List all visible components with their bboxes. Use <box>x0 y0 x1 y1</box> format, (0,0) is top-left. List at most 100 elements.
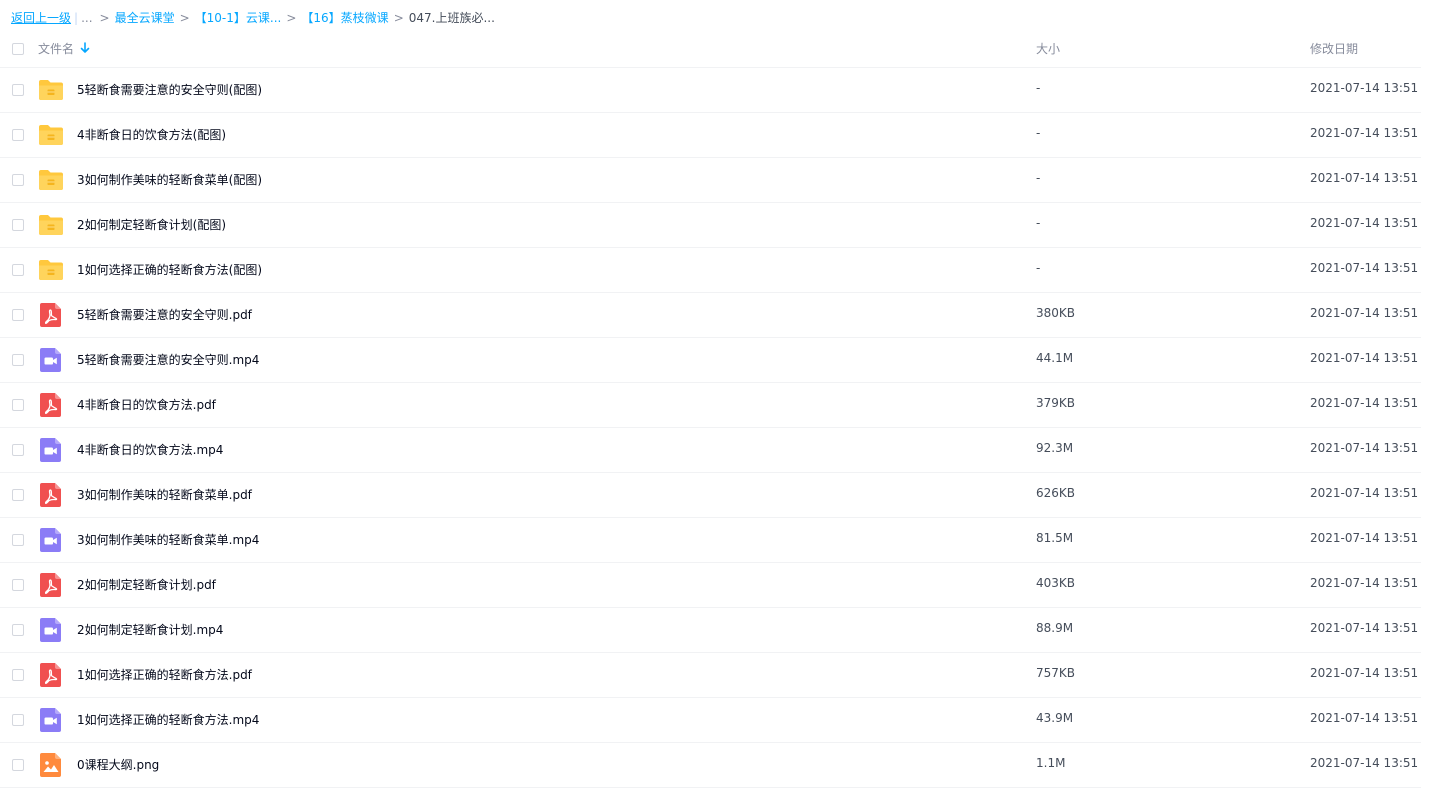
video-icon[interactable] <box>38 437 64 463</box>
file-date: 2021-07-14 13:51 <box>1310 621 1419 635</box>
file-name-link[interactable]: 2如何制定轻断食计划(配图) <box>77 216 226 233</box>
folder-icon[interactable] <box>38 212 64 238</box>
breadcrumb-separator: > <box>286 11 297 25</box>
row-checkbox[interactable] <box>12 174 24 186</box>
file-date: 2021-07-14 13:51 <box>1310 531 1419 545</box>
file-row[interactable]: 1如何选择正确的轻断食方法.mp4 43.9M 2021-07-14 13:51 <box>0 698 1421 743</box>
row-checkbox[interactable] <box>12 219 24 231</box>
file-row[interactable]: 5轻断食需要注意的安全守则.mp4 44.1M 2021-07-14 13:51 <box>0 338 1421 383</box>
breadcrumb-ellipsis[interactable]: ... <box>81 11 92 25</box>
file-row[interactable]: 3如何制作美味的轻断食菜单.pdf 626KB 2021-07-14 13:51 <box>0 473 1421 518</box>
file-date: 2021-07-14 13:51 <box>1310 261 1419 275</box>
file-size: 43.9M <box>1036 711 1074 725</box>
file-size: 1.1M <box>1036 756 1066 770</box>
file-name-link[interactable]: 4非断食日的饮食方法.mp4 <box>77 441 223 458</box>
file-size: - <box>1036 126 1041 140</box>
file-size: 403KB <box>1036 576 1076 590</box>
file-row[interactable]: 2如何制定轻断食计划.pdf 403KB 2021-07-14 13:51 <box>0 563 1421 608</box>
file-row[interactable]: 0课程大纲.png 1.1M 2021-07-14 13:51 <box>0 743 1421 788</box>
back-link[interactable]: 返回上一级 <box>11 11 71 25</box>
file-size: 81.5M <box>1036 531 1074 545</box>
file-date: 2021-07-14 13:51 <box>1310 711 1419 725</box>
row-checkbox[interactable] <box>12 354 24 366</box>
file-name-link[interactable]: 1如何选择正确的轻断食方法.mp4 <box>77 711 259 728</box>
file-name-link[interactable]: 3如何制作美味的轻断食菜单.mp4 <box>77 531 259 548</box>
pdf-icon[interactable] <box>38 392 64 418</box>
file-name-link[interactable]: 5轻断食需要注意的安全守则(配图) <box>77 81 262 98</box>
file-name-link[interactable]: 4非断食日的饮食方法(配图) <box>77 126 226 143</box>
pdf-icon[interactable] <box>38 482 64 508</box>
file-name-link[interactable]: 1如何选择正确的轻断食方法(配图) <box>77 261 262 278</box>
column-header-size[interactable]: 大小 <box>1036 40 1060 57</box>
breadcrumb-item[interactable]: 【10-1】云课... <box>195 11 282 25</box>
breadcrumb-divider: | <box>74 11 79 25</box>
file-row[interactable]: 4非断食日的饮食方法.pdf 379KB 2021-07-14 13:51 <box>0 383 1421 428</box>
file-name-link[interactable]: 5轻断食需要注意的安全守则.mp4 <box>77 351 259 368</box>
file-row[interactable]: 1如何选择正确的轻断食方法(配图) - 2021-07-14 13:51 <box>0 248 1421 293</box>
breadcrumb-separator: > <box>99 11 110 25</box>
row-checkbox[interactable] <box>12 669 24 681</box>
column-header-date[interactable]: 修改日期 <box>1310 40 1358 57</box>
folder-icon[interactable] <box>38 122 64 148</box>
file-row[interactable]: 4非断食日的饮食方法(配图) - 2021-07-14 13:51 <box>0 113 1421 158</box>
file-size: 379KB <box>1036 396 1076 410</box>
folder-icon[interactable] <box>38 77 64 103</box>
row-checkbox[interactable] <box>12 579 24 591</box>
file-name-link[interactable]: 0课程大纲.png <box>77 756 159 773</box>
video-icon[interactable] <box>38 347 64 373</box>
file-size: - <box>1036 216 1041 230</box>
row-checkbox[interactable] <box>12 399 24 411</box>
row-checkbox[interactable] <box>12 759 24 771</box>
row-checkbox[interactable] <box>12 444 24 456</box>
row-checkbox[interactable] <box>12 534 24 546</box>
video-icon[interactable] <box>38 617 64 643</box>
file-name-link[interactable]: 1如何选择正确的轻断食方法.pdf <box>77 666 252 683</box>
file-date: 2021-07-14 13:51 <box>1310 486 1419 500</box>
row-checkbox[interactable] <box>12 129 24 141</box>
file-size: 757KB <box>1036 666 1076 680</box>
file-size: - <box>1036 171 1041 185</box>
file-list-header: 文件名 大小 修改日期 <box>0 32 1421 68</box>
file-name-link[interactable]: 2如何制定轻断食计划.pdf <box>77 576 216 593</box>
file-row[interactable]: 2如何制定轻断食计划.mp4 88.9M 2021-07-14 13:51 <box>0 608 1421 653</box>
image-icon[interactable] <box>38 752 64 778</box>
file-name-link[interactable]: 3如何制作美味的轻断食菜单(配图) <box>77 171 262 188</box>
video-icon[interactable] <box>38 707 64 733</box>
row-checkbox[interactable] <box>12 84 24 96</box>
file-size: 44.1M <box>1036 351 1074 365</box>
row-checkbox[interactable] <box>12 264 24 276</box>
sort-arrow-down-icon[interactable] <box>80 41 90 55</box>
file-date: 2021-07-14 13:51 <box>1310 576 1419 590</box>
file-size: - <box>1036 261 1041 275</box>
file-name-link[interactable]: 2如何制定轻断食计划.mp4 <box>77 621 223 638</box>
file-row[interactable]: 5轻断食需要注意的安全守则.pdf 380KB 2021-07-14 13:51 <box>0 293 1421 338</box>
breadcrumb: 返回上一级 |... > 最全云课堂 > 【10-1】云课... > 【16】蒸枝微课 >047… <box>11 9 495 27</box>
file-row[interactable]: 1如何选择正确的轻断食方法.pdf 757KB 2021-07-14 13:51 <box>0 653 1421 698</box>
pdf-icon[interactable] <box>38 662 64 688</box>
file-row[interactable]: 3如何制作美味的轻断食菜单.mp4 81.5M 2021-07-14 13:51 <box>0 518 1421 563</box>
file-row[interactable]: 2如何制定轻断食计划(配图) - 2021-07-14 13:51 <box>0 203 1421 248</box>
row-checkbox[interactable] <box>12 714 24 726</box>
file-size: 626KB <box>1036 486 1076 500</box>
row-checkbox[interactable] <box>12 624 24 636</box>
file-row[interactable]: 3如何制作美味的轻断食菜单(配图) - 2021-07-14 13:51 <box>0 158 1421 203</box>
pdf-icon[interactable] <box>38 302 64 328</box>
file-row[interactable]: 5轻断食需要注意的安全守则(配图) - 2021-07-14 13:51 <box>0 68 1421 113</box>
column-header-name[interactable]: 文件名 <box>38 40 74 57</box>
file-name-link[interactable]: 5轻断食需要注意的安全守则.pdf <box>77 306 252 323</box>
file-name-link[interactable]: 4非断食日的饮食方法.pdf <box>77 396 216 413</box>
file-name-link[interactable]: 3如何制作美味的轻断食菜单.pdf <box>77 486 252 503</box>
select-all-checkbox[interactable] <box>12 43 24 55</box>
folder-icon[interactable] <box>38 257 64 283</box>
breadcrumb-current: 047.上班族必... <box>408 11 495 25</box>
pdf-icon[interactable] <box>38 572 64 598</box>
row-checkbox[interactable] <box>12 489 24 501</box>
file-date: 2021-07-14 13:51 <box>1310 171 1419 185</box>
row-checkbox[interactable] <box>12 309 24 321</box>
folder-icon[interactable] <box>38 167 64 193</box>
breadcrumb-item[interactable]: 【16】蒸枝微课 <box>301 11 388 25</box>
video-icon[interactable] <box>38 527 64 553</box>
file-size: 92.3M <box>1036 441 1074 455</box>
breadcrumb-item[interactable]: 最全云课堂 <box>115 11 175 25</box>
file-row[interactable]: 4非断食日的饮食方法.mp4 92.3M 2021-07-14 13:51 <box>0 428 1421 473</box>
